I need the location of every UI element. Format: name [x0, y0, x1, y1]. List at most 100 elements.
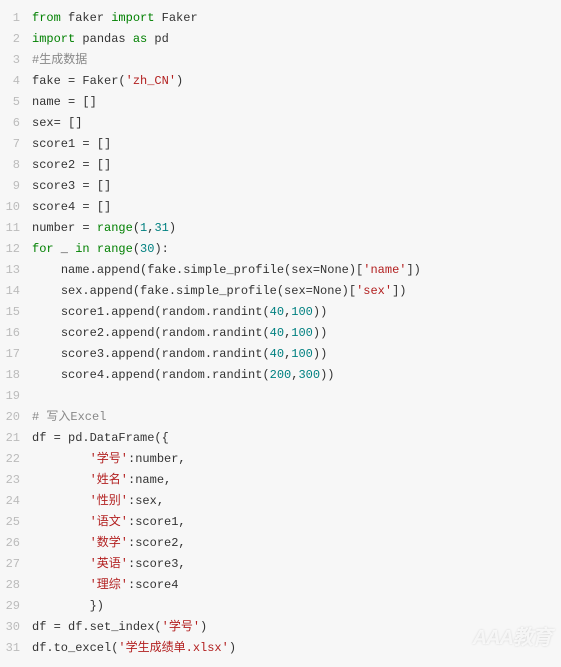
line-number: 2	[0, 29, 32, 50]
code-content: '性别':sex,	[32, 491, 164, 512]
code-line: 8score2 = []	[0, 155, 561, 176]
code-content: score1 = []	[32, 134, 111, 155]
token: Faker	[154, 11, 197, 25]
line-number: 15	[0, 302, 32, 323]
code-content: score2 = []	[32, 155, 111, 176]
token: ))	[320, 368, 334, 382]
token: df.to_excel(	[32, 641, 118, 655]
token: '数学'	[90, 536, 128, 550]
token: '性别'	[90, 494, 128, 508]
code-line: 21df = pd.DataFrame({	[0, 428, 561, 449]
line-number: 29	[0, 596, 32, 617]
line-number: 18	[0, 365, 32, 386]
token: '姓名'	[90, 473, 128, 487]
code-line: 12for _ in range(30):	[0, 239, 561, 260]
code-line: 27 '英语':score3,	[0, 554, 561, 575]
code-content: score2.append(random.randint(40,100))	[32, 323, 327, 344]
code-content: sex.append(fake.simple_profile(sex=None)…	[32, 281, 406, 302]
token: :score3,	[128, 557, 186, 571]
code-line: 9score3 = []	[0, 176, 561, 197]
line-number: 25	[0, 512, 32, 533]
line-number: 13	[0, 260, 32, 281]
token: :sex,	[128, 494, 164, 508]
token: range	[97, 221, 133, 235]
line-number: 23	[0, 470, 32, 491]
token: 40	[270, 326, 284, 340]
token: name.append(fake.simple_profile(sex=None…	[61, 263, 363, 277]
token: score4 = []	[32, 200, 111, 214]
token: )	[200, 620, 207, 634]
token: 'name'	[363, 263, 406, 277]
token: ):	[154, 242, 168, 256]
token: 40	[270, 305, 284, 319]
token: score1.append(random.randint(	[61, 305, 270, 319]
token: number =	[32, 221, 97, 235]
code-line: 2import pandas as pd	[0, 29, 561, 50]
line-number: 21	[0, 428, 32, 449]
token: 'sex'	[356, 284, 392, 298]
code-line: 11number = range(1,31)	[0, 218, 561, 239]
token	[90, 242, 97, 256]
token: import	[32, 32, 75, 46]
code-content: for _ in range(30):	[32, 239, 169, 260]
line-number: 24	[0, 491, 32, 512]
token: '理综'	[90, 578, 128, 592]
code-content: name.append(fake.simple_profile(sex=None…	[32, 260, 421, 281]
code-content: import pandas as pd	[32, 29, 169, 50]
code-content: '理综':score4	[32, 575, 178, 596]
line-number: 14	[0, 281, 32, 302]
code-line: 3#生成数据	[0, 50, 561, 71]
token: range	[97, 242, 133, 256]
token: score2.append(random.randint(	[61, 326, 270, 340]
code-line: 16 score2.append(random.randint(40,100))	[0, 323, 561, 344]
code-content: df.to_excel('学生成绩单.xlsx')	[32, 638, 236, 659]
token: '英语'	[90, 557, 128, 571]
token: score3 = []	[32, 179, 111, 193]
line-number: 4	[0, 71, 32, 92]
token: )	[176, 74, 183, 88]
line-number: 5	[0, 92, 32, 113]
token: )	[229, 641, 236, 655]
token: pd	[147, 32, 169, 46]
code-line: 23 '姓名':name,	[0, 470, 561, 491]
token: score1 = []	[32, 137, 111, 151]
token: df = df.set_index(	[32, 620, 162, 634]
token: '语文'	[90, 515, 128, 529]
token: ])	[392, 284, 406, 298]
token: faker	[61, 11, 111, 25]
token: from	[32, 11, 61, 25]
line-number: 28	[0, 575, 32, 596]
token: fake = Faker(	[32, 74, 126, 88]
code-line: 7score1 = []	[0, 134, 561, 155]
token: import	[111, 11, 154, 25]
token: 300	[298, 368, 320, 382]
code-content: '学号':number,	[32, 449, 186, 470]
line-number: 30	[0, 617, 32, 638]
token: 40	[270, 347, 284, 361]
token: :name,	[128, 473, 171, 487]
code-line: 5name = []	[0, 92, 561, 113]
line-number: 3	[0, 50, 32, 71]
token: for	[32, 242, 54, 256]
token: 100	[291, 305, 313, 319]
token: })	[90, 599, 104, 613]
line-number: 31	[0, 638, 32, 659]
code-line: 4fake = Faker('zh_CN')	[0, 71, 561, 92]
code-line: 24 '性别':sex,	[0, 491, 561, 512]
code-line: 10score4 = []	[0, 197, 561, 218]
token: ])	[406, 263, 420, 277]
code-content: score1.append(random.randint(40,100))	[32, 302, 327, 323]
code-line: 22 '学号':number,	[0, 449, 561, 470]
code-line: 20# 写入Excel	[0, 407, 561, 428]
line-number: 20	[0, 407, 32, 428]
token: 30	[140, 242, 154, 256]
code-content: df = pd.DataFrame({	[32, 428, 169, 449]
code-line: 6sex= []	[0, 113, 561, 134]
token: '学生成绩单.xlsx'	[118, 641, 228, 655]
token: # 写入Excel	[32, 410, 106, 424]
code-content: score3.append(random.randint(40,100))	[32, 344, 327, 365]
token: '学号'	[162, 620, 200, 634]
code-content: '英语':score3,	[32, 554, 186, 575]
code-content: '语文':score1,	[32, 512, 186, 533]
line-number: 26	[0, 533, 32, 554]
